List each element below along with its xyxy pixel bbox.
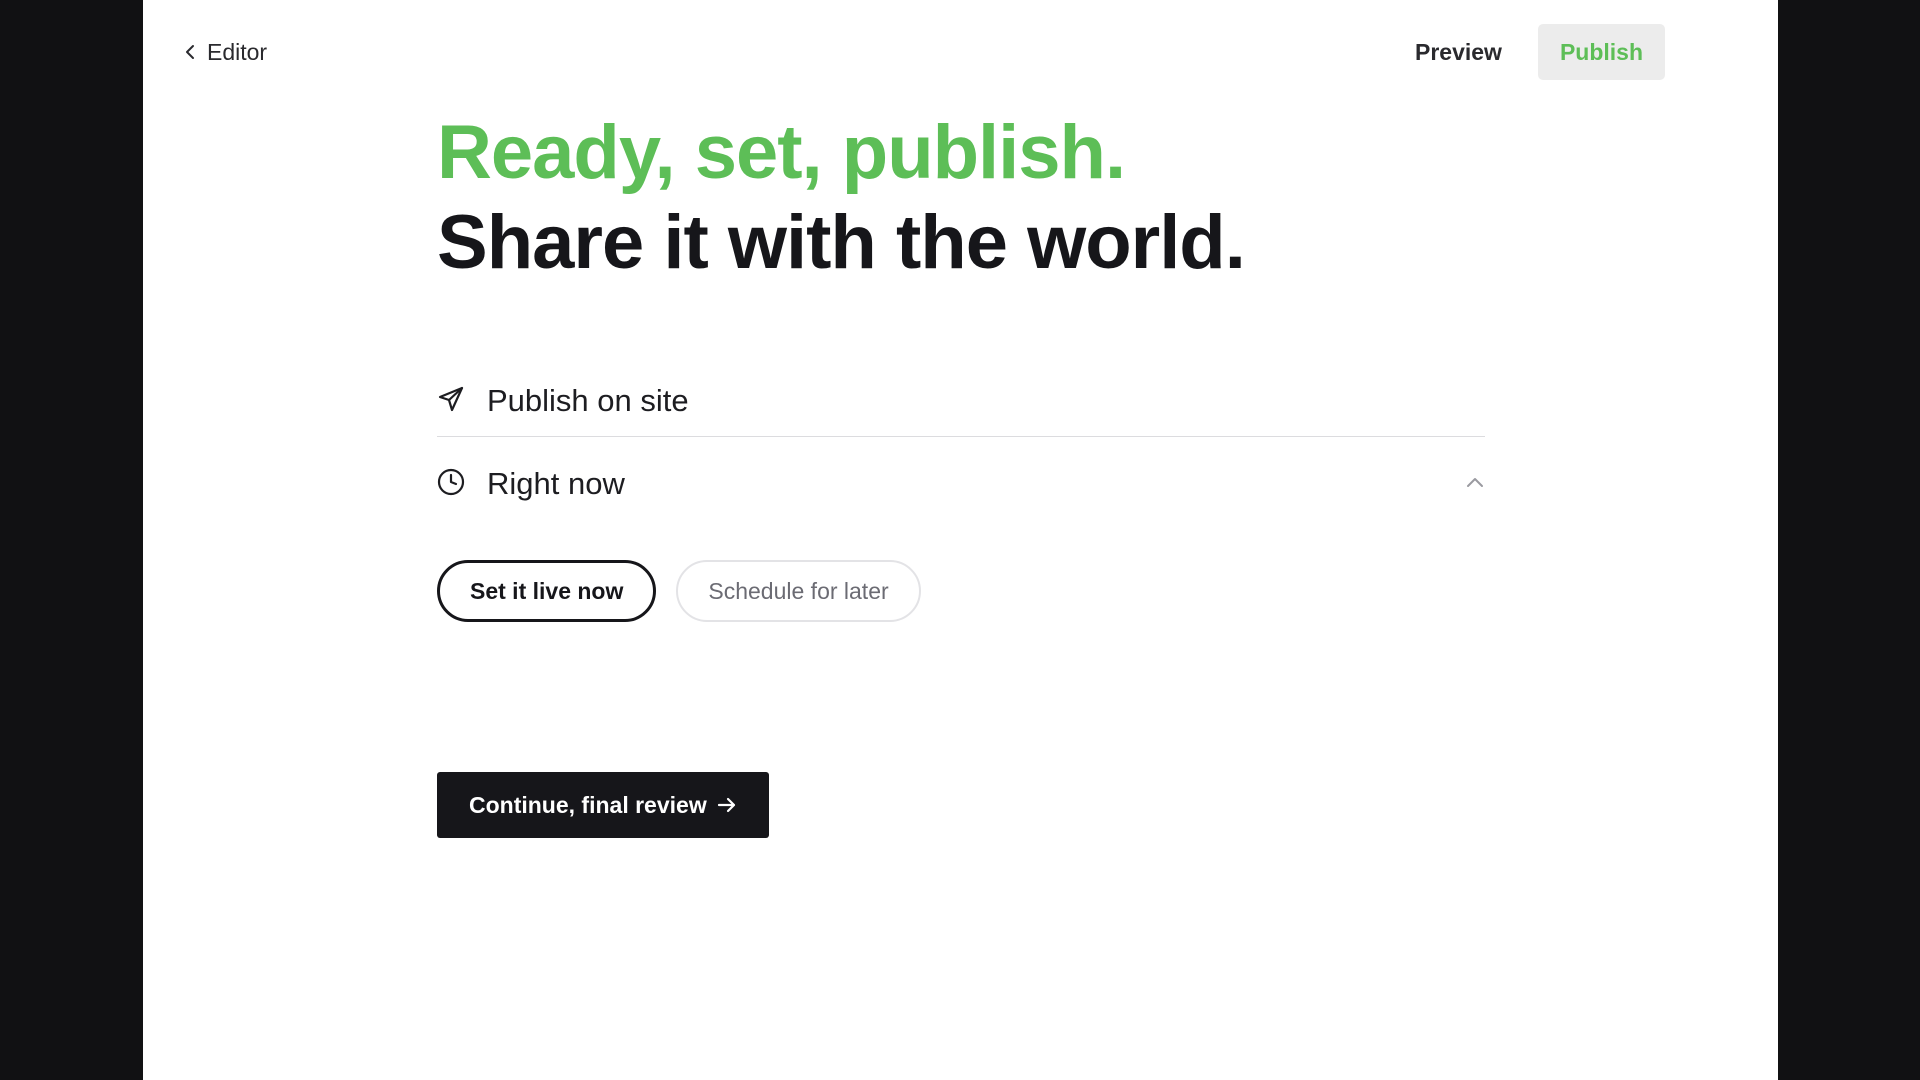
back-to-editor-link[interactable]: Editor	[183, 28, 267, 76]
clock-icon	[437, 468, 465, 501]
chevron-up-icon	[1465, 475, 1485, 494]
continue-label: Continue, final review	[469, 791, 707, 818]
back-label: Editor	[207, 38, 268, 65]
top-actions: Preview Publish	[1395, 24, 1665, 80]
send-icon	[437, 385, 465, 418]
preview-button[interactable]: Preview	[1395, 24, 1522, 80]
arrow-right-icon	[717, 792, 737, 819]
timing-options: Set it live now Schedule for later	[437, 560, 921, 622]
publish-destination-label: Publish on site	[487, 383, 689, 418]
timing-section-toggle[interactable]: Right now	[437, 454, 1485, 514]
headline-line-2: Share it with the world.	[437, 200, 1246, 285]
headline-line-1: Ready, set, publish.	[437, 110, 1126, 195]
publish-panel: Editor Preview Publish Ready, set, publi…	[143, 0, 1778, 1080]
chevron-left-icon	[183, 43, 197, 61]
publish-button[interactable]: Publish	[1537, 24, 1665, 80]
timing-label: Right now	[487, 466, 625, 501]
continue-final-review-button[interactable]: Continue, final review	[437, 772, 769, 838]
schedule-later-option[interactable]: Schedule for later	[676, 560, 921, 622]
set-live-now-option[interactable]: Set it live now	[437, 560, 657, 622]
publish-destination-row: Publish on site	[437, 366, 1485, 437]
page-title: Ready, set, publish. Share it with the w…	[437, 108, 1485, 288]
main-content: Ready, set, publish. Share it with the w…	[437, 108, 1485, 838]
